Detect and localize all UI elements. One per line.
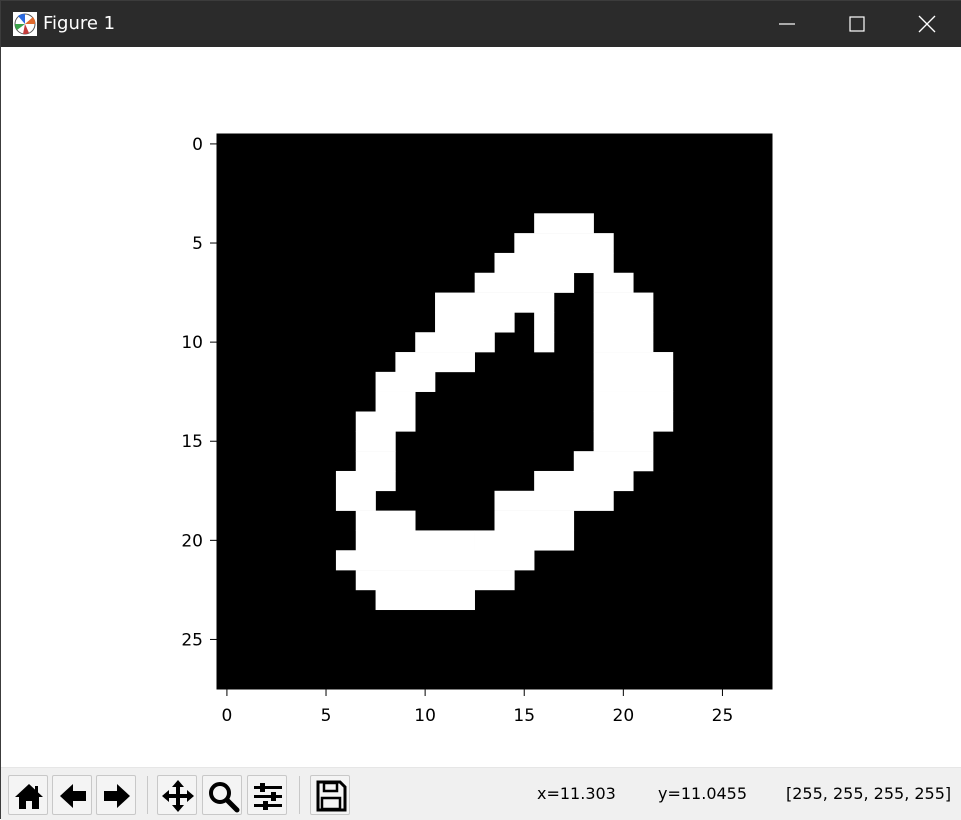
y-tick-label: 0 — [192, 135, 203, 155]
title-bar[interactable]: Figure 1 — [1, 1, 961, 47]
arrow-left-icon — [60, 784, 86, 808]
configure-subplots-button[interactable] — [247, 775, 287, 815]
white-pixel-run — [355, 451, 396, 472]
x-tick-label: 0 — [221, 706, 232, 726]
y-tick-label: 20 — [181, 531, 203, 551]
x-tick-label: 10 — [414, 706, 436, 726]
zoom-button[interactable] — [202, 775, 242, 815]
white-pixel-run — [494, 510, 575, 531]
close-icon — [918, 15, 936, 33]
white-pixel-run — [395, 352, 475, 373]
y-tick-label: 5 — [192, 234, 203, 254]
white-pixel-run — [593, 292, 654, 313]
white-pixel-run — [593, 332, 654, 353]
cursor-x-readout: x=11.303 — [537, 784, 616, 803]
y-axis: 0 5 10 15 20 25 — [181, 135, 217, 650]
white-pixel-run — [593, 431, 654, 452]
y-tick-label: 15 — [181, 432, 203, 452]
white-pixel-run — [335, 470, 396, 492]
x-tick-label: 5 — [321, 706, 332, 726]
image-plot: 0 5 10 15 20 25 0 5 10 15 20 25 — [181, 133, 773, 726]
white-pixel-run — [593, 411, 674, 432]
white-pixel-run — [573, 451, 654, 472]
image-background — [217, 134, 772, 689]
white-pixel-run — [494, 252, 614, 274]
floppy-disk-icon — [316, 780, 347, 812]
x-axis: 0 5 10 15 20 25 — [221, 689, 733, 726]
home-button[interactable] — [8, 775, 48, 815]
white-pixel-run — [593, 352, 674, 373]
white-pixel-run — [593, 371, 674, 392]
white-pixel-run — [355, 411, 416, 432]
maximize-icon — [849, 16, 865, 32]
figure-canvas[interactable]: 0 5 10 15 20 25 0 5 10 15 20 25 — [1, 47, 961, 767]
white-pixel-run — [375, 371, 436, 392]
white-pixel-run — [514, 233, 614, 254]
white-pixel-run — [474, 530, 575, 551]
y-tick-label: 10 — [181, 333, 203, 353]
white-pixel-run — [474, 272, 575, 293]
pixel-value-readout: [255, 255, 255, 255] — [786, 784, 952, 803]
pan-button[interactable] — [157, 775, 197, 815]
magnifier-icon — [209, 782, 240, 813]
cursor-y-readout: y=11.0455 — [658, 784, 748, 803]
white-pixel-run — [534, 332, 555, 353]
x-tick-label: 20 — [613, 706, 635, 726]
home-icon — [15, 784, 43, 809]
minimize-button[interactable] — [752, 1, 822, 47]
matplotlib-app-icon — [13, 12, 37, 36]
maximize-button[interactable] — [822, 1, 892, 47]
forward-button[interactable] — [96, 775, 136, 815]
white-pixel-run — [375, 391, 416, 412]
minimize-icon — [779, 23, 795, 25]
move-icon — [162, 780, 194, 812]
white-pixel-run — [435, 292, 555, 313]
white-pixel-run — [534, 213, 594, 234]
white-pixel-run — [494, 490, 614, 511]
window-title: Figure 1 — [43, 13, 116, 34]
close-button[interactable] — [892, 1, 961, 47]
white-pixel-run — [435, 312, 515, 333]
back-button[interactable] — [52, 775, 92, 815]
white-pixel-run — [375, 589, 475, 611]
white-pixel-run — [355, 431, 396, 452]
white-pixel-run — [534, 312, 555, 333]
white-pixel-run — [593, 312, 654, 333]
x-tick-label: 25 — [712, 706, 734, 726]
white-pixel-run — [593, 272, 634, 293]
x-tick-label: 15 — [513, 706, 535, 726]
white-pixel-run — [355, 570, 515, 591]
arrow-right-icon — [104, 784, 130, 808]
sliders-icon — [254, 783, 282, 810]
white-pixel-run — [534, 470, 634, 492]
white-pixel-run — [415, 332, 495, 353]
y-tick-label: 25 — [181, 630, 203, 650]
save-button[interactable] — [310, 775, 350, 815]
white-pixel-run — [355, 510, 416, 531]
toolbar-separator — [147, 776, 148, 814]
white-pixel-run — [335, 550, 535, 571]
white-pixel-run — [355, 530, 475, 551]
toolbar-separator — [299, 776, 300, 814]
white-pixel-run — [335, 490, 376, 511]
white-pixel-run — [593, 391, 674, 412]
figure-window: Figure 1 0 5 10 15 20 25 0 5 10 15 20 25 — [0, 0, 961, 820]
